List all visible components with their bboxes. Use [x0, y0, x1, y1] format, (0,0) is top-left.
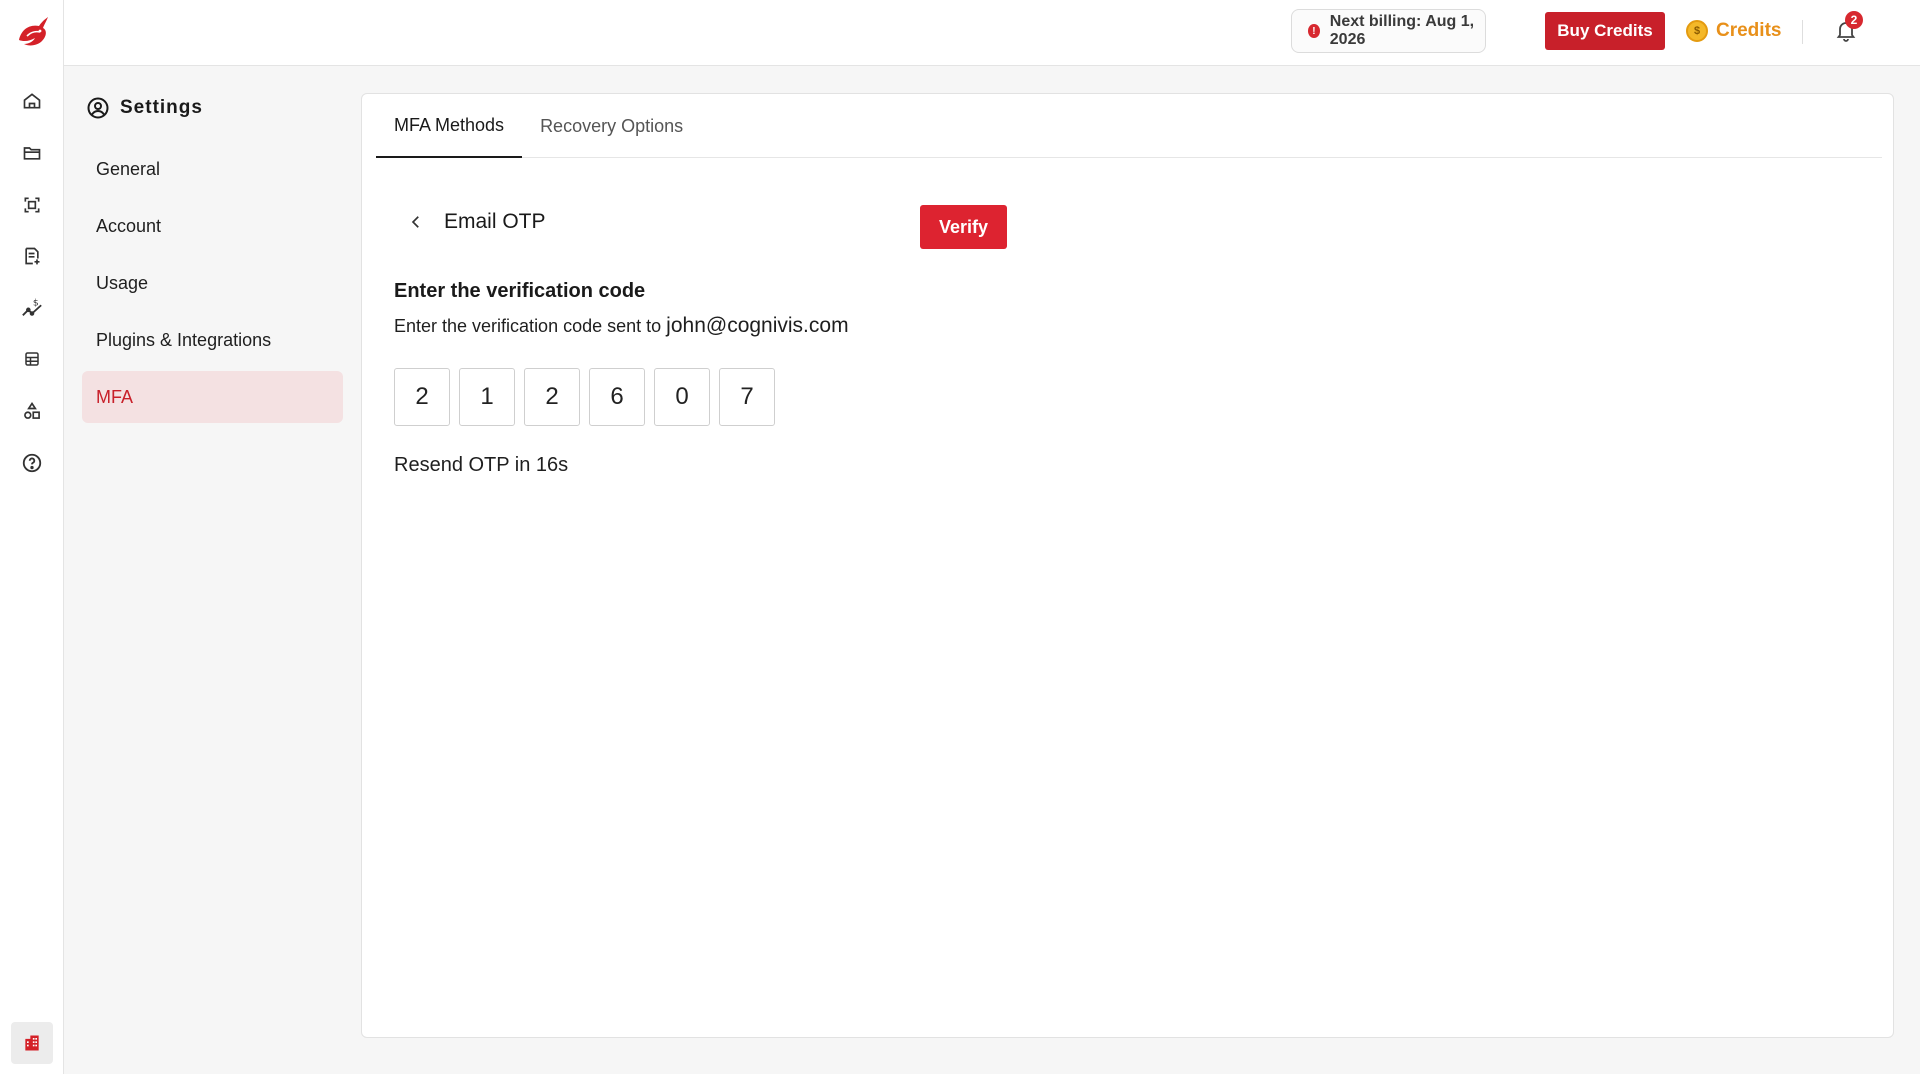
- notification-badge: 2: [1845, 11, 1863, 29]
- mfa-card: MFA Methods Recovery Options Email OTP V…: [361, 93, 1894, 1038]
- credits-link[interactable]: $ Credits: [1686, 18, 1781, 44]
- help-circle-icon[interactable]: [20, 451, 44, 475]
- otp-digit-5[interactable]: [654, 368, 710, 426]
- otp-digit-2[interactable]: [459, 368, 515, 426]
- scan-frame-icon[interactable]: [20, 193, 44, 217]
- code-instructions-text: Enter the verification code sent to: [394, 316, 662, 336]
- back-chevron-icon[interactable]: [400, 206, 432, 238]
- billing-text: Next billing: Aug 1, 2026: [1329, 13, 1475, 48]
- svg-text:$: $: [33, 297, 39, 308]
- otp-digit-1[interactable]: [394, 368, 450, 426]
- code-instructions: Enter the verification code sent to john…: [394, 314, 849, 338]
- method-header: Email OTP: [400, 206, 546, 238]
- tab-mfa-methods[interactable]: MFA Methods: [376, 94, 523, 158]
- settings-title-text: Settings: [120, 97, 203, 118]
- home-icon[interactable]: [20, 89, 44, 113]
- otp-input-group: [394, 368, 775, 426]
- document-add-icon[interactable]: [20, 244, 44, 268]
- top-bar: ! Next billing: Aug 1, 2026 Buy Credits …: [64, 0, 1920, 66]
- settings-title: Settings: [86, 96, 203, 120]
- nav-item-usage[interactable]: Usage: [82, 257, 343, 309]
- tab-bar: MFA Methods Recovery Options: [376, 94, 1882, 158]
- otp-digit-6[interactable]: [719, 368, 775, 426]
- nav-item-general[interactable]: General: [82, 143, 343, 195]
- coin-icon: $: [1686, 20, 1708, 42]
- credits-label: Credits: [1716, 20, 1782, 41]
- cost-chart-icon[interactable]: $: [20, 296, 44, 320]
- nav-item-mfa[interactable]: MFA: [82, 371, 343, 423]
- nav-item-account[interactable]: Account: [82, 200, 343, 252]
- buy-credits-button[interactable]: Buy Credits: [1545, 12, 1665, 50]
- resend-timer: Resend OTP in 16s: [394, 454, 569, 476]
- otp-digit-3[interactable]: [524, 368, 580, 426]
- verify-button[interactable]: Verify: [920, 205, 1007, 249]
- method-title: Email OTP: [444, 210, 546, 233]
- brand-logo-icon[interactable]: [13, 14, 51, 50]
- folder-icon[interactable]: [20, 141, 44, 165]
- icon-rail: $: [0, 0, 64, 1074]
- settings-nav: General Account Usage Plugins & Integrat…: [82, 143, 343, 428]
- building-icon[interactable]: [11, 1022, 53, 1064]
- email-address: john@cognivis.com: [666, 314, 849, 337]
- otp-digit-4[interactable]: [589, 368, 645, 426]
- billing-notice[interactable]: ! Next billing: Aug 1, 2026: [1291, 9, 1486, 53]
- info-alert-icon: !: [1308, 24, 1320, 38]
- code-heading: Enter the verification code: [394, 280, 646, 302]
- divider: [1802, 20, 1803, 44]
- user-circle-icon: [86, 96, 110, 120]
- grid-table-icon[interactable]: [20, 347, 44, 371]
- shapes-icon[interactable]: [20, 399, 44, 423]
- tab-recovery-options[interactable]: Recovery Options: [522, 94, 701, 158]
- nav-item-plugins[interactable]: Plugins & Integrations: [82, 314, 343, 366]
